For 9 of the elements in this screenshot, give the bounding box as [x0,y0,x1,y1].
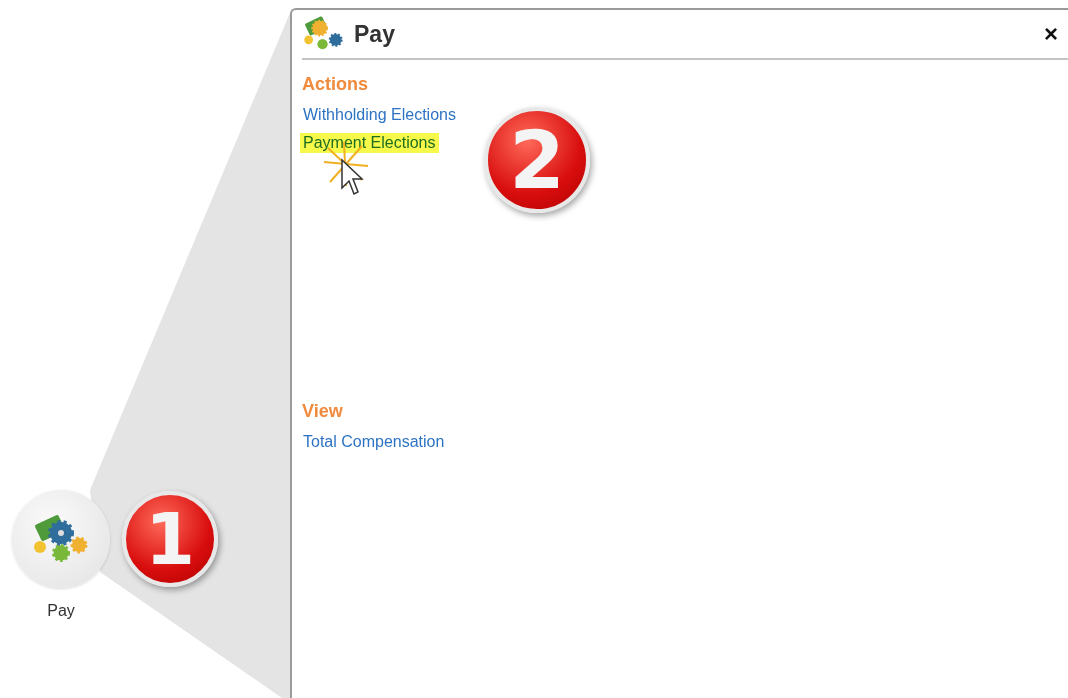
panel-title: Pay [354,20,396,48]
section-heading: View [302,401,343,422]
menu-link[interactable]: Payment Elections [300,133,439,153]
tile-label: Pay [47,602,75,620]
section-heading: Actions [302,74,368,95]
menu-link[interactable]: Total Compensation [300,432,448,452]
menu-link[interactable]: Withholding Elections [300,105,459,125]
close-button[interactable]: × [1040,20,1062,48]
step-badge: 2 [484,107,590,213]
